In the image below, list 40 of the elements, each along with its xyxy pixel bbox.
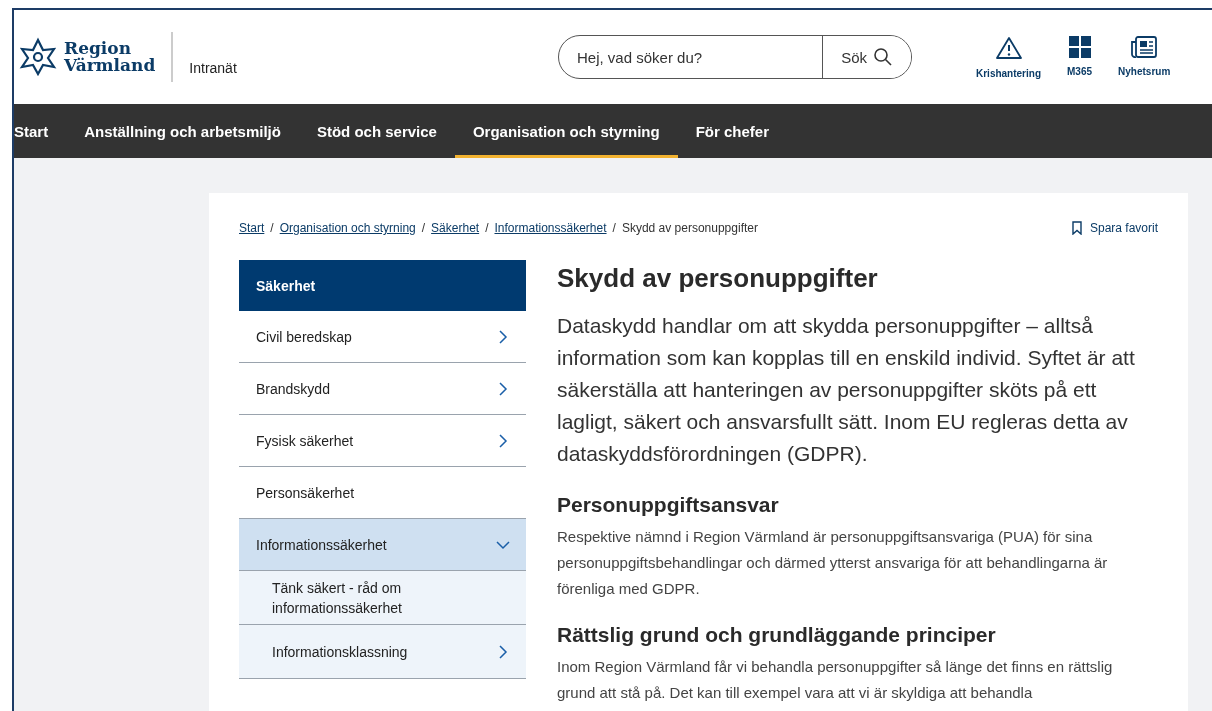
sidebar-item[interactable]: Civil beredskap: [239, 311, 526, 363]
section-heading: Rättslig grund och grundläggande principer: [557, 622, 997, 648]
newspaper-icon: [1131, 35, 1158, 58]
body-paragraph: Inom Region Värmland får vi behandla personuppgifter så länge det finns en rättslig grund att stå på. Det kan till exempel vara att vi är skyldiga att behandla: [557, 657, 1114, 703]
quick-link[interactable]: Nyhetsrum: [1118, 35, 1171, 79]
quick-link[interactable]: Krishantering: [976, 35, 1041, 79]
warning-icon: [995, 35, 1022, 60]
article-title: Skydd av personuppgifter: [557, 262, 879, 294]
search-button[interactable]: Sök: [822, 36, 911, 78]
region-logo-text[interactable]: Region Värmland: [64, 40, 156, 74]
nav-tab[interactable]: Start: [14, 104, 67, 158]
sidebar-item[interactable]: Brandskydd: [239, 363, 526, 415]
lead-paragraph: Dataskydd handlar om att skydda personuppgifter – alltså information som kan kopplas till en enskild individ. Syftet är att säkerställa att hanteringen av personuppgifter sköts på ett lagligt, säkert och ansvarsfullt sätt. Inom EU regleras detta av dataskyddsförordningen (GDPR).: [557, 313, 1136, 467]
breadcrumb-link[interactable]: Start: [239, 221, 265, 235]
breadcrumb-current: Skydd av personuppgifter: [621, 221, 758, 235]
flower-logo-icon: [18, 37, 58, 77]
breadcrumb-separator: /: [485, 221, 489, 235]
section-heading: Personuppgiftsansvar: [557, 492, 780, 518]
breadcrumb-link[interactable]: Organisation och styrning: [279, 221, 416, 235]
site-name: Intranät: [189, 60, 237, 76]
sidebar-item[interactable]: Informationssäkerhet: [239, 519, 526, 571]
nav-tab[interactable]: Organisation och styrning: [454, 104, 678, 158]
breadcrumb-link[interactable]: Informationssäkerhet: [494, 221, 607, 235]
body-paragraph: Respektive nämnd i Region Värmland är personuppgiftsansvariga (PUA) för sina personuppgiftsbehandlingar och därmed ytterst ansvariga för att behandlingarna är förenliga med GDPR.: [557, 527, 1109, 599]
sidebar-subitem[interactable]: Informationsklassning: [239, 625, 526, 679]
nav-tab[interactable]: Anställning och arbetsmiljö: [66, 104, 299, 158]
nav-tab[interactable]: För chefer: [677, 104, 787, 158]
sidebar-heading[interactable]: Säkerhet: [239, 260, 526, 311]
grid-icon: [1068, 35, 1091, 58]
search-icon: [873, 47, 893, 67]
bookmark-icon: [1071, 221, 1082, 235]
breadcrumb-separator: /: [612, 221, 616, 235]
quick-link[interactable]: M365: [1067, 35, 1093, 79]
save-favorite-link[interactable]: Spara favorit: [1071, 221, 1158, 235]
breadcrumb-link[interactable]: Säkerhet: [431, 221, 480, 235]
nav-tab[interactable]: Stöd och service: [298, 104, 455, 158]
sidebar-item[interactable]: Fysisk säkerhet: [239, 415, 526, 467]
breadcrumb-separator: /: [421, 221, 426, 235]
sidebar-subitem[interactable]: Tänk säkert - råd om informationssäkerhet: [239, 571, 526, 625]
breadcrumb-separator: /: [270, 221, 274, 235]
